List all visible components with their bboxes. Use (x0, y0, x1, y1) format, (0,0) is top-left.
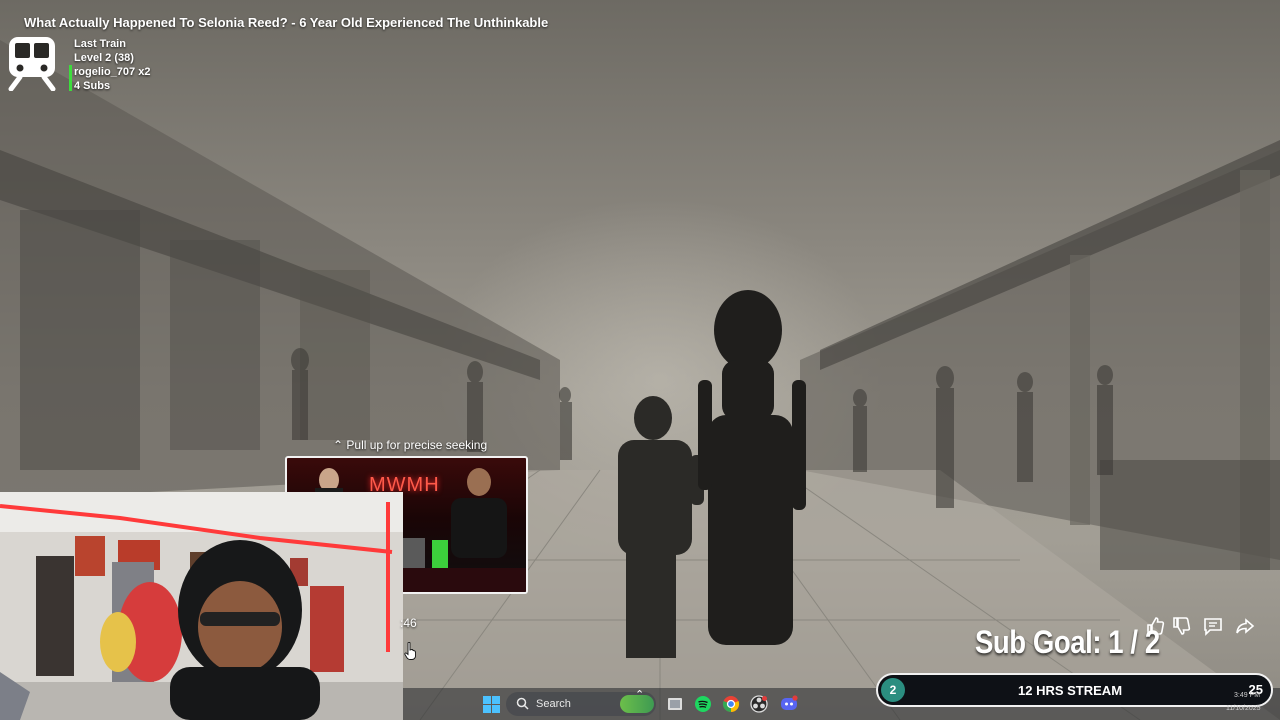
stream-goal-count: 2 (881, 678, 905, 702)
share-icon[interactable] (1233, 614, 1257, 638)
alert-line-1: Last Train (74, 38, 126, 50)
seek-tooltip: ⌃ Pull up for precise seeking (333, 438, 487, 452)
stream-screen: What Actually Happened To Selonia Reed? … (0, 0, 1280, 720)
sub-goal-counter: Sub Goal: 1 / 2 (975, 624, 1160, 660)
chevron-up-icon[interactable]: ⌃ (635, 688, 644, 701)
search-icon (516, 697, 529, 710)
discord-icon[interactable] (779, 694, 799, 714)
chrome-icon[interactable] (721, 694, 741, 714)
webcam-feed (0, 492, 403, 720)
alert-line-4: 4 Subs (74, 80, 111, 92)
thumbs-down-icon[interactable] (1169, 614, 1193, 638)
windows-start-icon[interactable] (483, 696, 500, 713)
webcam-scene (0, 492, 403, 720)
alert-line-3: rogelio_707 x2 (74, 66, 151, 78)
stream-goal-label: 12 HRS STREAM (1018, 683, 1123, 698)
comment-icon[interactable] (1201, 614, 1225, 638)
alert-text: Last Train Level 2 (38) rogelio_707 x2 4… (74, 37, 150, 93)
spotify-icon[interactable] (693, 694, 713, 714)
clock-time: 3:49 PM (1234, 692, 1261, 699)
alert-line-2: Level 2 (38) (74, 52, 134, 64)
search-label: Search (536, 698, 571, 710)
alert-accent-bar (69, 65, 72, 91)
video-actions (1143, 614, 1263, 638)
video-title: What Actually Happened To Selonia Reed? … (24, 15, 549, 30)
stream-goal-bar: 2 12 HRS STREAM 25 (876, 673, 1273, 707)
chevron-up-icon: ⌃ (333, 438, 344, 452)
taskbar-search-box[interactable]: Search (506, 692, 656, 716)
player-time: :46 (400, 616, 417, 630)
woman-figure (698, 290, 806, 645)
clock-date: 11/10/2025 (1226, 705, 1261, 712)
hand-cursor-icon (404, 642, 416, 660)
sub-alert-overlay: Last Train Level 2 (38) rogelio_707 x2 4… (6, 35, 166, 95)
obs-icon[interactable] (749, 694, 769, 714)
seek-tooltip-label: Pull up for precise seeking (346, 438, 488, 452)
files-icon[interactable] (665, 694, 685, 714)
train-icon (8, 37, 56, 91)
